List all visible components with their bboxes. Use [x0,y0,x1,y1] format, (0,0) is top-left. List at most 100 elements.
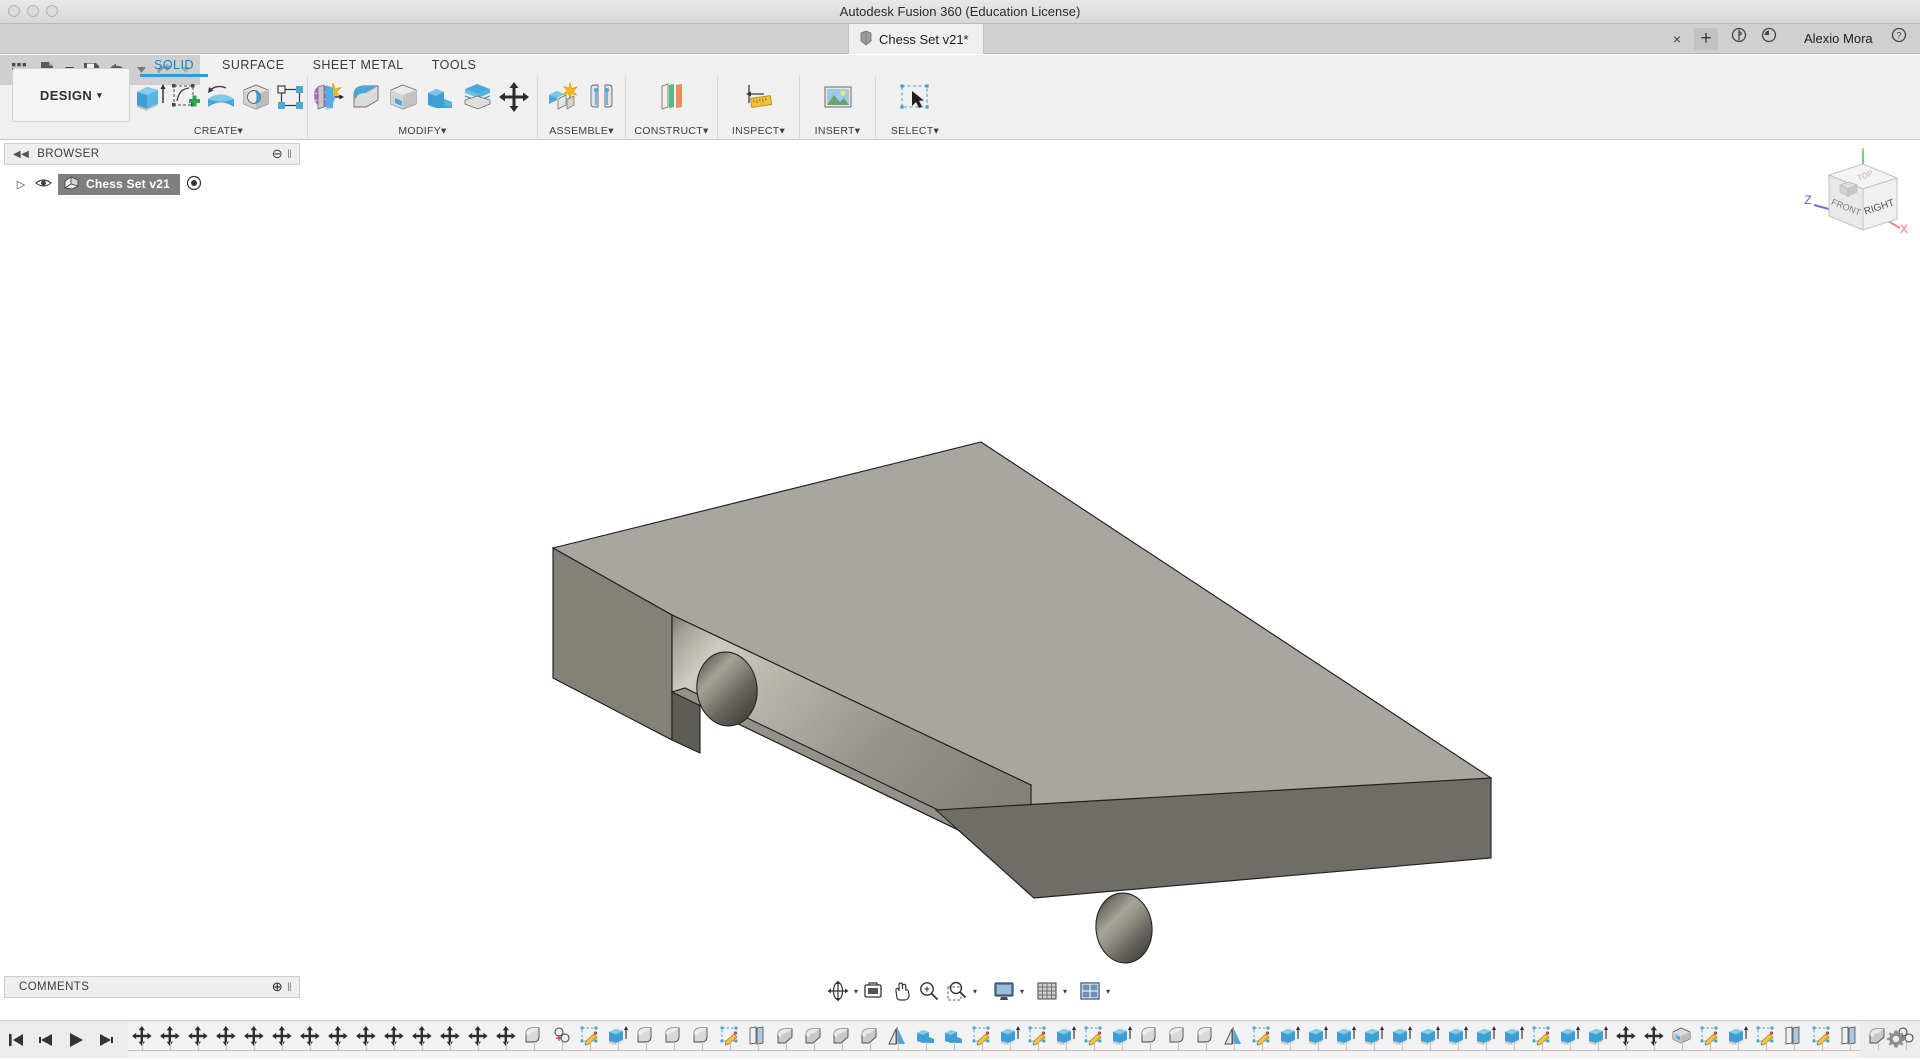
extrude-icon[interactable] [134,77,168,117]
extension-icon[interactable] [1726,24,1752,54]
browser-node-selected[interactable]: Chess Set v21 [58,173,180,195]
panel-inspect-label: INSPECT▾ [731,125,786,137]
document-tab[interactable]: Chess Set v21* [848,24,984,54]
browser-title: BROWSER [37,148,100,160]
right-arm-through-hole[interactable] [1092,890,1155,965]
select-window-icon[interactable] [895,77,935,117]
timeline-playback-controls [6,1027,146,1053]
ribbon-tabs: SOLID SURFACE SHEET METAL TOOLS [140,57,490,77]
orbit-dropdown-caret[interactable]: ▾ [854,987,858,996]
comments-resize-grip[interactable]: ‖ [287,980,296,994]
browser-resize-grip[interactable]: ‖ [287,147,296,161]
revolve-icon[interactable] [204,77,238,117]
app-title: Autodesk Fusion 360 (Education License) [839,4,1081,19]
view-cube-faces[interactable]: FRONT RIGHT TOP [1827,163,1899,231]
viewports-dropdown-caret[interactable]: ▾ [1106,987,1110,996]
grid-snaps-dropdown-caret[interactable]: ▾ [1063,987,1067,996]
panel-insert-label: INSERT▾ [814,125,861,137]
workspace-selector-label: DESIGN [39,87,93,103]
panel-select-label: SELECT▾ [890,125,940,137]
navigation-bar: ▾ ▾ ▾ ▾ ▾ [825,977,1110,1005]
zoom-window-icon[interactable] [944,978,970,1004]
new-component-icon[interactable] [542,77,581,117]
panel-modify-label: MODIFY▾ [398,125,447,137]
zoom-icon[interactable] [916,978,942,1004]
close-tab-button[interactable]: × [1666,24,1688,54]
panel-select: SELECT▾ [876,76,954,138]
display-settings-dropdown-caret[interactable]: ▾ [1020,987,1024,996]
grid-snaps-icon[interactable] [1034,978,1060,1004]
panel-assemble: ASSEMBLE▾ [538,76,626,138]
add-comment-icon[interactable]: ⊕ [272,979,283,995]
user-account-name[interactable]: Alexio Mora [1804,24,1873,54]
expand-node-icon[interactable]: ▷ [14,178,28,191]
document-tab-label: Chess Set v21* [879,31,969,47]
tab-surface[interactable]: SURFACE [208,57,299,77]
panel-create-label: CREATE▾ [193,125,244,137]
viewport-canvas[interactable] [0,165,1920,965]
look-at-icon[interactable] [860,978,886,1004]
browser-root-node[interactable]: ▷ Chess Set v21 [14,173,202,195]
y-axis-label: Y [1859,148,1867,154]
panel-modify: MODIFY▾ [308,76,538,138]
orbit-icon[interactable] [825,978,851,1004]
pan-icon[interactable] [888,978,914,1004]
workspace-selector-caret: ▾ [97,89,103,100]
svg-text:?: ? [1896,31,1901,41]
move-copy-icon[interactable] [497,77,533,117]
panel-inspect: INSPECT▾ [718,76,800,138]
timeline-bar [0,1020,1920,1058]
measure-icon[interactable] [739,77,779,117]
activate-component-icon[interactable] [186,175,202,194]
viewports-icon[interactable] [1077,978,1103,1004]
step-forward-icon[interactable] [96,1029,116,1051]
x-axis-label: X [1900,222,1908,236]
timeline-ruler [128,1041,1907,1051]
split-face-icon[interactable] [460,77,496,117]
part-body-icon [859,30,873,49]
browser-minimize-icon[interactable]: ⊖ [272,146,283,162]
document-icon [63,175,80,193]
design-model[interactable] [0,165,1920,965]
offset-plane-icon[interactable] [652,77,692,117]
view-cube[interactable]: Y Z X FRONT RIGHT TOP [1800,142,1910,253]
timeline-track[interactable] [128,1023,1914,1057]
new-tab-button[interactable]: + [1694,28,1718,50]
visibility-toggle-icon[interactable] [34,177,52,192]
create-sketch-icon[interactable] [169,77,203,117]
press-pull-icon[interactable] [312,77,348,117]
zoom-window-dropdown-caret[interactable]: ▾ [973,987,977,996]
combine-icon[interactable] [423,77,459,117]
job-status-icon[interactable] [1756,24,1782,54]
fillet-icon[interactable] [349,77,385,117]
insert-decal-icon[interactable] [818,77,858,117]
comments-panel-header[interactable]: COMMENTS ⊕ ‖ [4,976,300,998]
go-to-beginning-icon[interactable] [6,1029,26,1051]
collapse-browser-icon[interactable]: ◀◀ [5,149,37,160]
z-axis-label: Z [1804,193,1811,207]
sweep-icon[interactable] [239,77,273,117]
step-back-icon[interactable] [36,1029,56,1051]
tab-tools[interactable]: TOOLS [418,57,491,77]
help-icon[interactable]: ? [1886,24,1912,54]
shell-icon[interactable] [386,77,422,117]
panel-construct: CONSTRUCT▾ [626,76,718,138]
workspace-selector[interactable]: DESIGN ▾ [12,68,130,122]
browser-panel-header[interactable]: ◀◀ BROWSER ⊖ ‖ [4,143,300,165]
window-title-bar: Autodesk Fusion 360 (Education License) [0,0,1920,24]
panel-assemble-label: ASSEMBLE▾ [549,125,614,137]
panel-insert: INSERT▾ [800,76,876,138]
tab-solid[interactable]: SOLID [140,57,209,77]
pattern-icon[interactable] [274,77,308,117]
tab-sheet-metal[interactable]: SHEET METAL [299,57,418,77]
ribbon-panels: CREATE▾ MODIFY▾ ASSEMBLE▾ CONSTRUCT▾ INS… [130,76,954,138]
joint-icon[interactable] [582,77,621,117]
play-icon[interactable] [66,1029,86,1051]
display-settings-icon[interactable] [991,978,1017,1004]
comments-title: COMMENTS [19,981,90,993]
panel-create: CREATE▾ [130,76,342,138]
document-tab-bar: Chess Set v21* × + Alexio Mora ? [0,24,1920,54]
gear-icon[interactable] [1886,1029,1906,1049]
browser-node-label: Chess Set v21 [86,177,170,191]
panel-construct-label: CONSTRUCT▾ [634,125,709,137]
